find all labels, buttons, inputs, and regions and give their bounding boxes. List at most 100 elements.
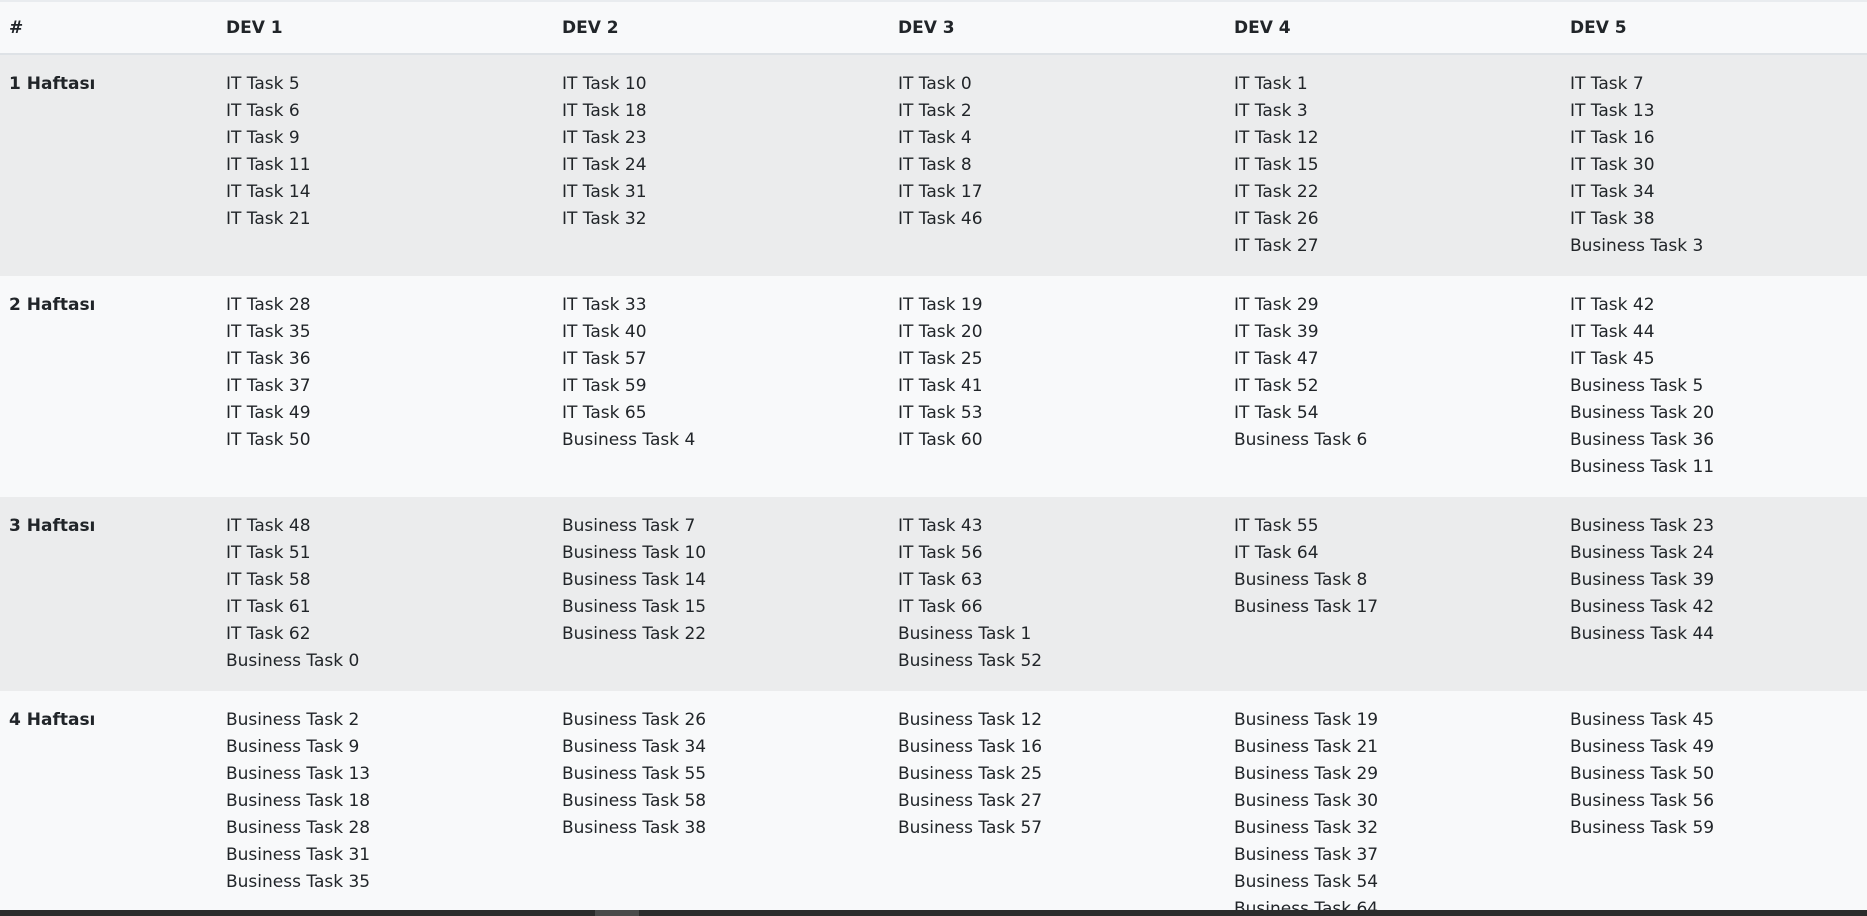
task-item: IT Task 14 [226, 182, 311, 202]
dev-4-task-cell: IT Task 29 IT Task 39 IT Task 47 IT Task 52… [1225, 276, 1561, 497]
task-item: IT Task 11 [226, 155, 311, 175]
task-item: IT Task 3 [1234, 101, 1308, 121]
table-row: 3 Haftası IT Task 48 IT Task 51 IT Task 58 I… [0, 497, 1867, 691]
task-item: Business Task 0 [226, 651, 360, 671]
task-item: Business Task 15 [562, 597, 707, 617]
dev-4-task-cell: Business Task 19 Business Task 21 Business… [1225, 691, 1561, 916]
task-item: IT Task 64 [1234, 543, 1319, 563]
task-item: IT Task 44 [1570, 322, 1655, 342]
task-item: IT Task 65 [562, 403, 647, 423]
task-item: IT Task 45 [1570, 349, 1655, 369]
task-item: IT Task 20 [898, 322, 983, 342]
task-item: IT Task 33 [562, 295, 647, 315]
table-body: 1 Haftası IT Task 5 IT Task 6 IT Task 9 IT T… [0, 54, 1867, 916]
dev-5-task-cell: IT Task 7 IT Task 13 IT Task 16 IT Task 30 I… [1561, 54, 1867, 276]
task-item: Business Task 8 [1234, 570, 1368, 590]
task-item: Business Task 6 [1234, 430, 1368, 450]
task-item: IT Task 32 [562, 209, 647, 229]
week-label: 1 Haftası [0, 54, 217, 276]
task-item: Business Task 24 [1570, 543, 1715, 563]
task-item: Business Task 16 [898, 737, 1043, 757]
task-item: IT Task 29 [1234, 295, 1319, 315]
task-item: IT Task 9 [226, 128, 300, 148]
task-item: IT Task 10 [562, 74, 647, 94]
task-item: IT Task 49 [226, 403, 311, 423]
dev-3-task-cell: Business Task 12 Business Task 16 Business… [889, 691, 1225, 916]
task-item: IT Task 51 [226, 543, 311, 563]
dev-header-5: DEV 5 [1561, 0, 1867, 55]
task-item: IT Task 6 [226, 101, 300, 121]
week-label: 3 Haftası [0, 497, 217, 691]
task-item: Business Task 36 [1570, 430, 1715, 450]
task-item: IT Task 18 [562, 101, 647, 121]
task-item: Business Task 7 [562, 516, 696, 536]
task-item: IT Task 62 [226, 624, 311, 644]
task-item: IT Task 16 [1570, 128, 1655, 148]
dev-1-task-cell: Business Task 2 Business Task 9 Business T… [217, 691, 553, 916]
task-item: Business Task 21 [1234, 737, 1379, 757]
table-row: 4 Haftası Business Task 2 Business Task 9B… [0, 691, 1867, 916]
task-item: IT Task 54 [1234, 403, 1319, 423]
dev-1-task-cell: IT Task 28 IT Task 35 IT Task 36 IT Task 37… [217, 276, 553, 497]
task-item: IT Task 38 [1570, 209, 1655, 229]
scrollbar-thumb[interactable] [595, 910, 639, 916]
task-item: Business Task 17 [1234, 597, 1379, 617]
dev-header-1: DEV 1 [217, 0, 553, 55]
task-item: Business Task 28 [226, 818, 371, 838]
dev-5-task-cell: IT Task 42 IT Task 44 IT Task 45 Business T… [1561, 276, 1867, 497]
task-item: IT Task 26 [1234, 209, 1319, 229]
task-item: IT Task 55 [1234, 516, 1319, 536]
task-item: IT Task 30 [1570, 155, 1655, 175]
task-item: IT Task 43 [898, 516, 983, 536]
task-item: Business Task 44 [1570, 624, 1715, 644]
task-item: Business Task 34 [562, 737, 707, 757]
task-item: IT Task 12 [1234, 128, 1319, 148]
task-item: IT Task 31 [562, 182, 647, 202]
task-item: Business Task 57 [898, 818, 1043, 838]
task-item: IT Task 66 [898, 597, 983, 617]
task-item: IT Task 61 [226, 597, 311, 617]
dev-header-3: DEV 3 [889, 0, 1225, 55]
task-item: IT Task 4 [898, 128, 972, 148]
task-item: Business Task 35 [226, 872, 371, 892]
task-item: IT Task 7 [1570, 74, 1644, 94]
task-item: IT Task 59 [562, 376, 647, 396]
dev-3-task-cell: IT Task 0 IT Task 2 IT Task 4 IT Task 8 IT T… [889, 54, 1225, 276]
task-item: Business Task 25 [898, 764, 1043, 784]
task-item: IT Task 19 [898, 295, 983, 315]
weekly-task-table: # DEV 1 DEV 2 DEV 3 DEV 4 DEV 5 1 Haftas… [0, 0, 1867, 916]
task-item: IT Task 2 [898, 101, 972, 121]
task-item: IT Task 15 [1234, 155, 1319, 175]
task-item: Business Task 13 [226, 764, 371, 784]
task-item: Business Task 49 [1570, 737, 1715, 757]
dev-2-task-cell: IT Task 33 IT Task 40 IT Task 57 IT Task 59… [553, 276, 889, 497]
task-item: Business Task 27 [898, 791, 1043, 811]
task-item: Business Task 26 [562, 710, 707, 730]
dev-4-task-cell: IT Task 1 IT Task 3 IT Task 12 IT Task 15 IT… [1225, 54, 1561, 276]
task-item: Business Task 56 [1570, 791, 1715, 811]
week-label: 2 Haftası [0, 276, 217, 497]
task-item: IT Task 1 [1234, 74, 1308, 94]
task-item: Business Task 30 [1234, 791, 1379, 811]
task-item: IT Task 58 [226, 570, 311, 590]
table-row: 1 Haftası IT Task 5 IT Task 6 IT Task 9 IT T… [0, 54, 1867, 276]
task-item: IT Task 24 [562, 155, 647, 175]
task-item: IT Task 57 [562, 349, 647, 369]
horizontal-scrollbar[interactable] [0, 910, 1867, 916]
task-item: IT Task 47 [1234, 349, 1319, 369]
task-item: Business Task 12 [898, 710, 1043, 730]
task-item: Business Task 29 [1234, 764, 1379, 784]
table-header: # DEV 1 DEV 2 DEV 3 DEV 4 DEV 5 [0, 0, 1867, 55]
task-item: IT Task 13 [1570, 101, 1655, 121]
dev-2-task-cell: IT Task 10 IT Task 18 IT Task 23 IT Task 24… [553, 54, 889, 276]
week-label: 4 Haftası [0, 691, 217, 916]
task-item: Business Task 3 [1570, 236, 1704, 256]
task-item: IT Task 28 [226, 295, 311, 315]
task-item: Business Task 55 [562, 764, 707, 784]
dev-header-4: DEV 4 [1225, 0, 1561, 55]
task-item: Business Task 11 [1570, 457, 1715, 477]
task-item: IT Task 46 [898, 209, 983, 229]
task-item: IT Task 8 [898, 155, 972, 175]
task-item: IT Task 34 [1570, 182, 1655, 202]
dev-1-task-cell: IT Task 48 IT Task 51 IT Task 58 IT Task 61… [217, 497, 553, 691]
